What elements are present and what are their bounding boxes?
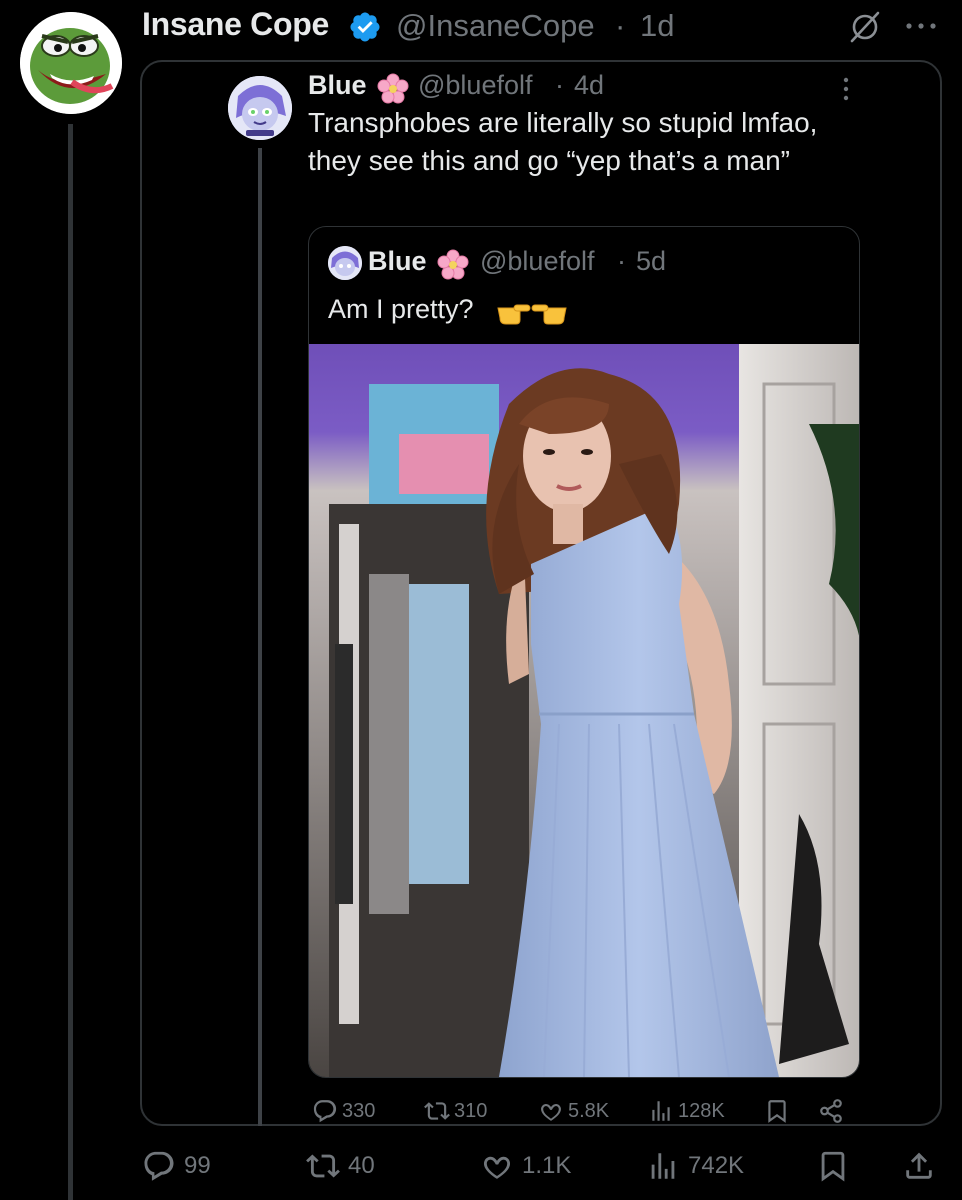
- views-count: 742K: [688, 1152, 745, 1179]
- nested-author-handle[interactable]: @bluefolf: [480, 246, 594, 277]
- repost-count: 310: [454, 1099, 488, 1122]
- bookmark-icon: [768, 1100, 786, 1123]
- cartoon-avatar-icon: [328, 246, 362, 280]
- nested-tweet-text: Am I pretty?: [328, 294, 474, 324]
- views-button[interactable]: 742K: [646, 1146, 744, 1186]
- separator-dot: ·: [617, 246, 626, 276]
- pointing-hands-emoji-icon: [496, 296, 568, 326]
- grok-icon[interactable]: [848, 10, 882, 44]
- timestamp[interactable]: 1d: [640, 8, 674, 44]
- quoted-views-button[interactable]: 128K: [648, 1096, 725, 1126]
- quoted-tweet-text: Transphobes are literally so stupid lmfa…: [308, 107, 818, 176]
- cartoon-avatar-icon: [228, 76, 292, 140]
- nested-author-avatar[interactable]: [328, 246, 362, 280]
- quoted-reply-button[interactable]: 330: [312, 1096, 375, 1126]
- repost-icon: [306, 1154, 340, 1178]
- cherry-blossom-icon: [436, 248, 470, 282]
- bookmark-icon: [821, 1151, 845, 1182]
- more-horizontal-icon[interactable]: [900, 14, 942, 38]
- quoted-timestamp[interactable]: 4d: [574, 70, 604, 101]
- nested-author-name[interactable]: Blue: [368, 246, 427, 277]
- repost-count: 40: [348, 1152, 375, 1179]
- share-button[interactable]: [902, 1146, 944, 1186]
- share-upload-icon: [906, 1152, 932, 1179]
- person-in-light-blue-dress-photo[interactable]: [309, 344, 859, 1077]
- cherry-blossom-icon: [376, 72, 410, 106]
- quoted-repost-button[interactable]: 310: [424, 1096, 487, 1126]
- repost-icon: [424, 1102, 450, 1120]
- separator-dot: ·: [555, 70, 564, 100]
- like-button[interactable]: 1.1K: [480, 1146, 571, 1186]
- repost-button[interactable]: 40: [306, 1146, 375, 1186]
- reply-icon: [313, 1100, 337, 1123]
- author-avatar[interactable]: [20, 12, 122, 114]
- like-count: 1.1K: [522, 1152, 572, 1179]
- more-vertical-icon[interactable]: [838, 74, 854, 104]
- heart-icon: [483, 1156, 511, 1179]
- quoted-author-avatar[interactable]: [228, 76, 292, 140]
- angry-pepe-icon: [20, 12, 122, 114]
- separator-dot: ·: [615, 8, 626, 43]
- reply-button[interactable]: 99: [142, 1146, 211, 1186]
- bookmark-button[interactable]: [816, 1146, 858, 1186]
- reply-count: 330: [342, 1099, 376, 1122]
- quoted-author-handle[interactable]: @bluefolf: [418, 70, 532, 101]
- views-count: 128K: [678, 1099, 725, 1122]
- share-nodes-icon: [820, 1099, 842, 1123]
- quoted-bookmark-button[interactable]: [764, 1096, 794, 1126]
- quoted-share-button[interactable]: [818, 1096, 848, 1126]
- heart-icon: [541, 1103, 561, 1121]
- verified-badge-icon: [348, 10, 382, 44]
- reply-count: 99: [184, 1152, 211, 1179]
- author-handle[interactable]: @InsaneCope: [396, 8, 595, 44]
- thread-line: [68, 124, 73, 1200]
- reply-icon: [144, 1151, 174, 1181]
- views-chart-icon: [651, 1153, 675, 1179]
- quoted-thread-line: [258, 148, 262, 1126]
- author-name[interactable]: Insane Cope: [142, 6, 329, 43]
- quoted-author-name[interactable]: Blue: [308, 70, 367, 101]
- like-count: 5.8K: [568, 1099, 610, 1122]
- nested-timestamp[interactable]: 5d: [636, 246, 666, 277]
- views-chart-icon: [652, 1101, 670, 1121]
- quoted-like-button[interactable]: 5.8K: [538, 1096, 609, 1126]
